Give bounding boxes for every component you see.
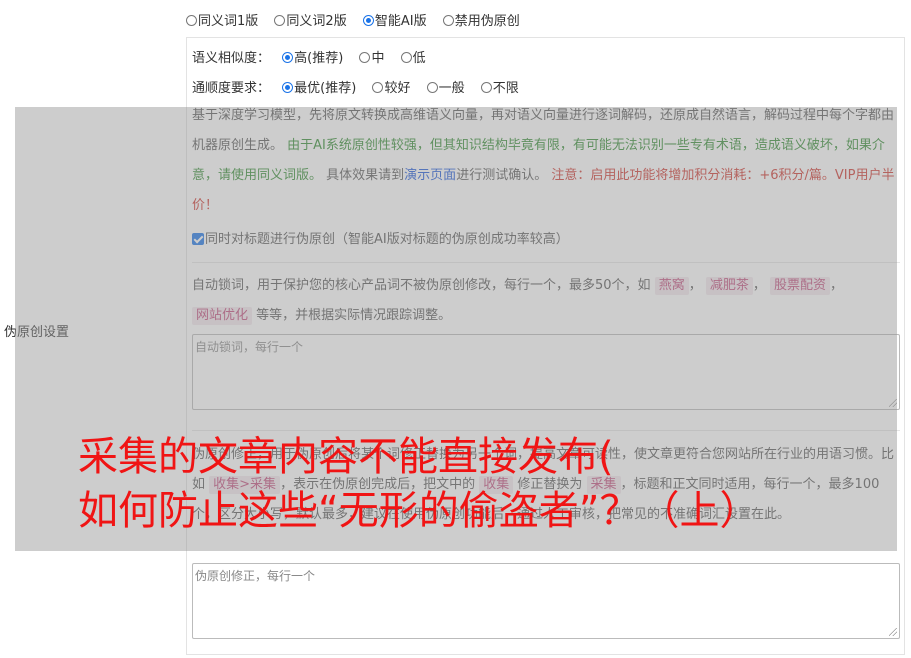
lock-words-placeholder: 自动锁词，每行一个 xyxy=(195,340,304,354)
fluency-best[interactable]: 最优(推荐) xyxy=(282,77,356,96)
resize-handle-icon[interactable] xyxy=(889,628,897,636)
radio-icon[interactable] xyxy=(282,52,294,63)
fluency-normal[interactable]: 一般 xyxy=(426,77,465,96)
similarity-low[interactable]: 低 xyxy=(400,47,426,66)
radio-icon[interactable] xyxy=(186,15,197,26)
fluency-row: 通顺度要求： 最优(推荐) 较好 一般 不限 xyxy=(192,77,531,96)
similarity-high[interactable]: 高(推荐) xyxy=(282,47,343,66)
example-tag: 股票配资 xyxy=(770,277,831,295)
resize-handle-icon[interactable] xyxy=(889,399,897,407)
mode-radio-group: 同义词1版 同义词2版 智能AI版 禁用伪原创 xyxy=(186,10,532,29)
radio-icon[interactable] xyxy=(362,15,374,26)
mode-option-synonym1[interactable]: 同义词1版 xyxy=(186,10,258,29)
headline-line-1: 采集的文章内容不能直接发布( xyxy=(78,434,614,480)
radio-icon[interactable] xyxy=(442,15,454,26)
demo-page-link[interactable]: 演示页面 xyxy=(404,168,456,183)
ai-description: 基于深度学习模型，先将原文转换成高维语义向量，再对语义向量进行逐词解码，还原成自… xyxy=(192,108,895,213)
headline-line-2: 如何防止这些“无形的偷盗者”？（上） xyxy=(78,488,760,534)
divider xyxy=(192,262,900,263)
similarity-label: 语义相似度： xyxy=(192,51,271,66)
example-tag: 网站优化 xyxy=(192,307,253,325)
fluency-any[interactable]: 不限 xyxy=(480,77,519,96)
fluency-label: 通顺度要求： xyxy=(192,81,271,96)
radio-icon[interactable] xyxy=(426,82,438,93)
example-tag: 减肥茶 xyxy=(705,277,753,295)
lock-words-description: 自动锁词，用于保护您的核心产品词不被伪原创修改，每行一个，最多50个，如 燕窝，… xyxy=(192,277,844,325)
fluency-good[interactable]: 较好 xyxy=(372,77,410,96)
correction-placeholder: 伪原创修正，每行一个 xyxy=(195,569,316,583)
pseudo-original-settings-label: 伪原创设置 xyxy=(4,325,70,340)
radio-icon[interactable] xyxy=(372,82,384,93)
example-tag: 燕窝 xyxy=(654,277,689,295)
mode-option-ai[interactable]: 智能AI版 xyxy=(362,10,427,29)
title-rewrite-option[interactable]: 同时对标题进行伪原创（智能AI版对标题的伪原创成功率较高） xyxy=(192,228,569,247)
radio-icon[interactable] xyxy=(274,15,286,26)
radio-icon[interactable] xyxy=(359,52,371,63)
mode-option-disable[interactable]: 禁用伪原创 xyxy=(442,10,520,29)
mode-option-synonym2[interactable]: 同义词2版 xyxy=(274,10,347,29)
lock-words-textarea[interactable]: 自动锁词，每行一个 xyxy=(192,334,900,410)
similarity-row: 语义相似度： 高(推荐) 中 低 xyxy=(192,47,438,66)
radio-icon[interactable] xyxy=(480,82,492,93)
radio-icon[interactable] xyxy=(400,52,412,63)
correction-textarea[interactable]: 伪原创修正，每行一个 xyxy=(192,563,900,639)
checkbox-checked-icon[interactable] xyxy=(192,233,204,245)
radio-icon[interactable] xyxy=(282,82,294,93)
similarity-mid[interactable]: 中 xyxy=(359,47,384,66)
